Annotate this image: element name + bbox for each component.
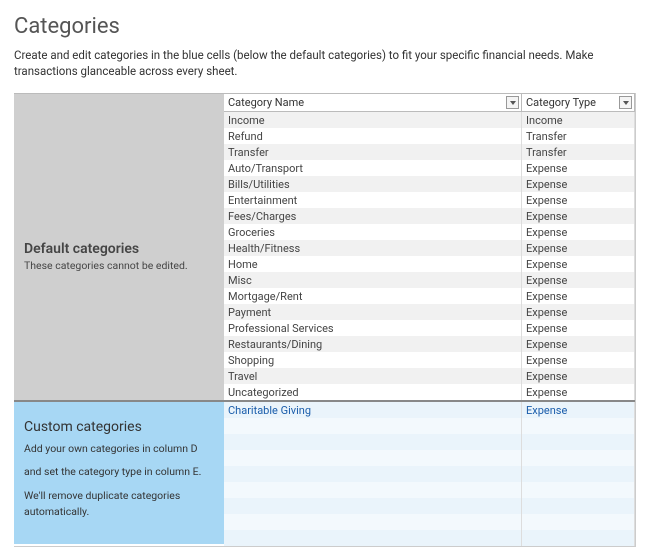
table-row[interactable] [224,498,635,514]
table-row[interactable] [224,514,635,530]
table-row: GroceriesExpense [224,224,635,240]
table-row: TransferTransfer [224,144,635,160]
category-type-cell: Expense [522,192,635,208]
category-type-cell: Expense [522,384,635,400]
table-row: HomeExpense [224,256,635,272]
category-type-cell[interactable] [522,418,635,434]
custom-categories-line3: We'll remove duplicate categories automa… [24,488,214,520]
category-type-cell[interactable] [522,450,635,466]
default-rows: IncomeIncomeRefundTransferTransferTransf… [224,112,635,402]
column-header-name[interactable]: Category Name [224,94,522,111]
category-type-cell: Expense [522,368,635,384]
default-categories-subtitle: These categories cannot be edited. [24,259,214,272]
categories-sheet: Default categories These categories cann… [14,93,636,547]
category-name-cell[interactable] [224,482,522,498]
category-name-cell[interactable] [224,498,522,514]
category-type-cell: Transfer [522,144,635,160]
filter-dropdown-icon[interactable] [619,96,632,109]
custom-categories-line2: and set the category type in column E. [24,464,214,480]
category-name-cell: Bills/Utilities [224,176,522,192]
column-header-type-label: Category Type [526,96,596,109]
category-type-cell[interactable] [522,434,635,450]
category-name-cell: Misc [224,272,522,288]
category-type-cell: Expense [522,160,635,176]
column-header-name-label: Category Name [228,96,304,109]
category-type-cell: Expense [522,176,635,192]
category-name-cell: Mortgage/Rent [224,288,522,304]
table-row: ShoppingExpense [224,352,635,368]
category-type-cell: Expense [522,336,635,352]
category-name-cell: Refund [224,128,522,144]
filter-dropdown-icon[interactable] [506,96,519,109]
page-title: Categories [14,14,636,39]
category-name-cell: Shopping [224,352,522,368]
table-row[interactable] [224,482,635,498]
category-name-cell: Transfer [224,144,522,160]
category-type-cell[interactable] [522,482,635,498]
category-name-cell: Uncategorized [224,384,522,400]
category-type-cell: Expense [522,320,635,336]
table-row: Restaurants/DiningExpense [224,336,635,352]
table-row[interactable] [224,434,635,450]
category-name-cell: Entertainment [224,192,522,208]
table-row[interactable]: Charitable GivingExpense [224,402,635,418]
left-header-spacer [14,93,224,112]
category-name-cell: Groceries [224,224,522,240]
category-type-cell[interactable] [522,498,635,514]
category-name-cell[interactable]: Charitable Giving [224,402,522,418]
table-header-row: Category Name Category Type [224,93,635,112]
table-row[interactable] [224,418,635,434]
column-header-type[interactable]: Category Type [522,94,635,111]
category-name-cell[interactable] [224,450,522,466]
custom-categories-title: Custom categories [24,419,214,435]
table-row: RefundTransfer [224,128,635,144]
category-name-cell: Auto/Transport [224,160,522,176]
category-type-cell: Transfer [522,128,635,144]
category-type-cell: Income [522,112,635,128]
category-name-cell: Home [224,256,522,272]
category-type-cell[interactable] [522,466,635,482]
category-type-cell: Expense [522,352,635,368]
category-name-cell: Restaurants/Dining [224,336,522,352]
default-categories-title: Default categories [24,241,214,257]
category-type-cell: Expense [522,224,635,240]
category-name-cell[interactable] [224,434,522,450]
table-row: UncategorizedExpense [224,384,635,400]
category-type-cell: Expense [522,288,635,304]
table-row: MiscExpense [224,272,635,288]
category-name-cell: Payment [224,304,522,320]
category-name-cell[interactable] [224,418,522,434]
category-name-cell: Travel [224,368,522,384]
category-name-cell: Health/Fitness [224,240,522,256]
category-name-cell: Income [224,112,522,128]
table-row[interactable] [224,466,635,482]
table-row: IncomeIncome [224,112,635,128]
table-row: Auto/TransportExpense [224,160,635,176]
category-type-cell[interactable]: Expense [522,402,635,418]
custom-rows: Charitable GivingExpense [224,402,635,546]
custom-categories-line1: Add your own categories in column D [24,441,214,457]
category-name-cell[interactable] [224,514,522,530]
category-type-cell: Expense [522,304,635,320]
category-type-cell: Expense [522,256,635,272]
intro-text: Create and edit categories in the blue c… [14,47,636,79]
table-row: TravelExpense [224,368,635,384]
category-type-cell: Expense [522,208,635,224]
category-name-cell: Fees/Charges [224,208,522,224]
category-type-cell[interactable] [522,514,635,530]
table-row: Bills/UtilitiesExpense [224,176,635,192]
table-row: Health/FitnessExpense [224,240,635,256]
table-row: Mortgage/RentExpense [224,288,635,304]
category-type-cell: Expense [522,272,635,288]
table-row: Professional ServicesExpense [224,320,635,336]
table-row: PaymentExpense [224,304,635,320]
category-type-cell: Expense [522,240,635,256]
table-row: EntertainmentExpense [224,192,635,208]
custom-categories-panel: Custom categories Add your own categorie… [14,400,224,544]
category-name-cell[interactable] [224,466,522,482]
table-row[interactable] [224,450,635,466]
default-categories-panel: Default categories These categories cann… [14,112,224,400]
category-name-cell: Professional Services [224,320,522,336]
table-row: Fees/ChargesExpense [224,208,635,224]
